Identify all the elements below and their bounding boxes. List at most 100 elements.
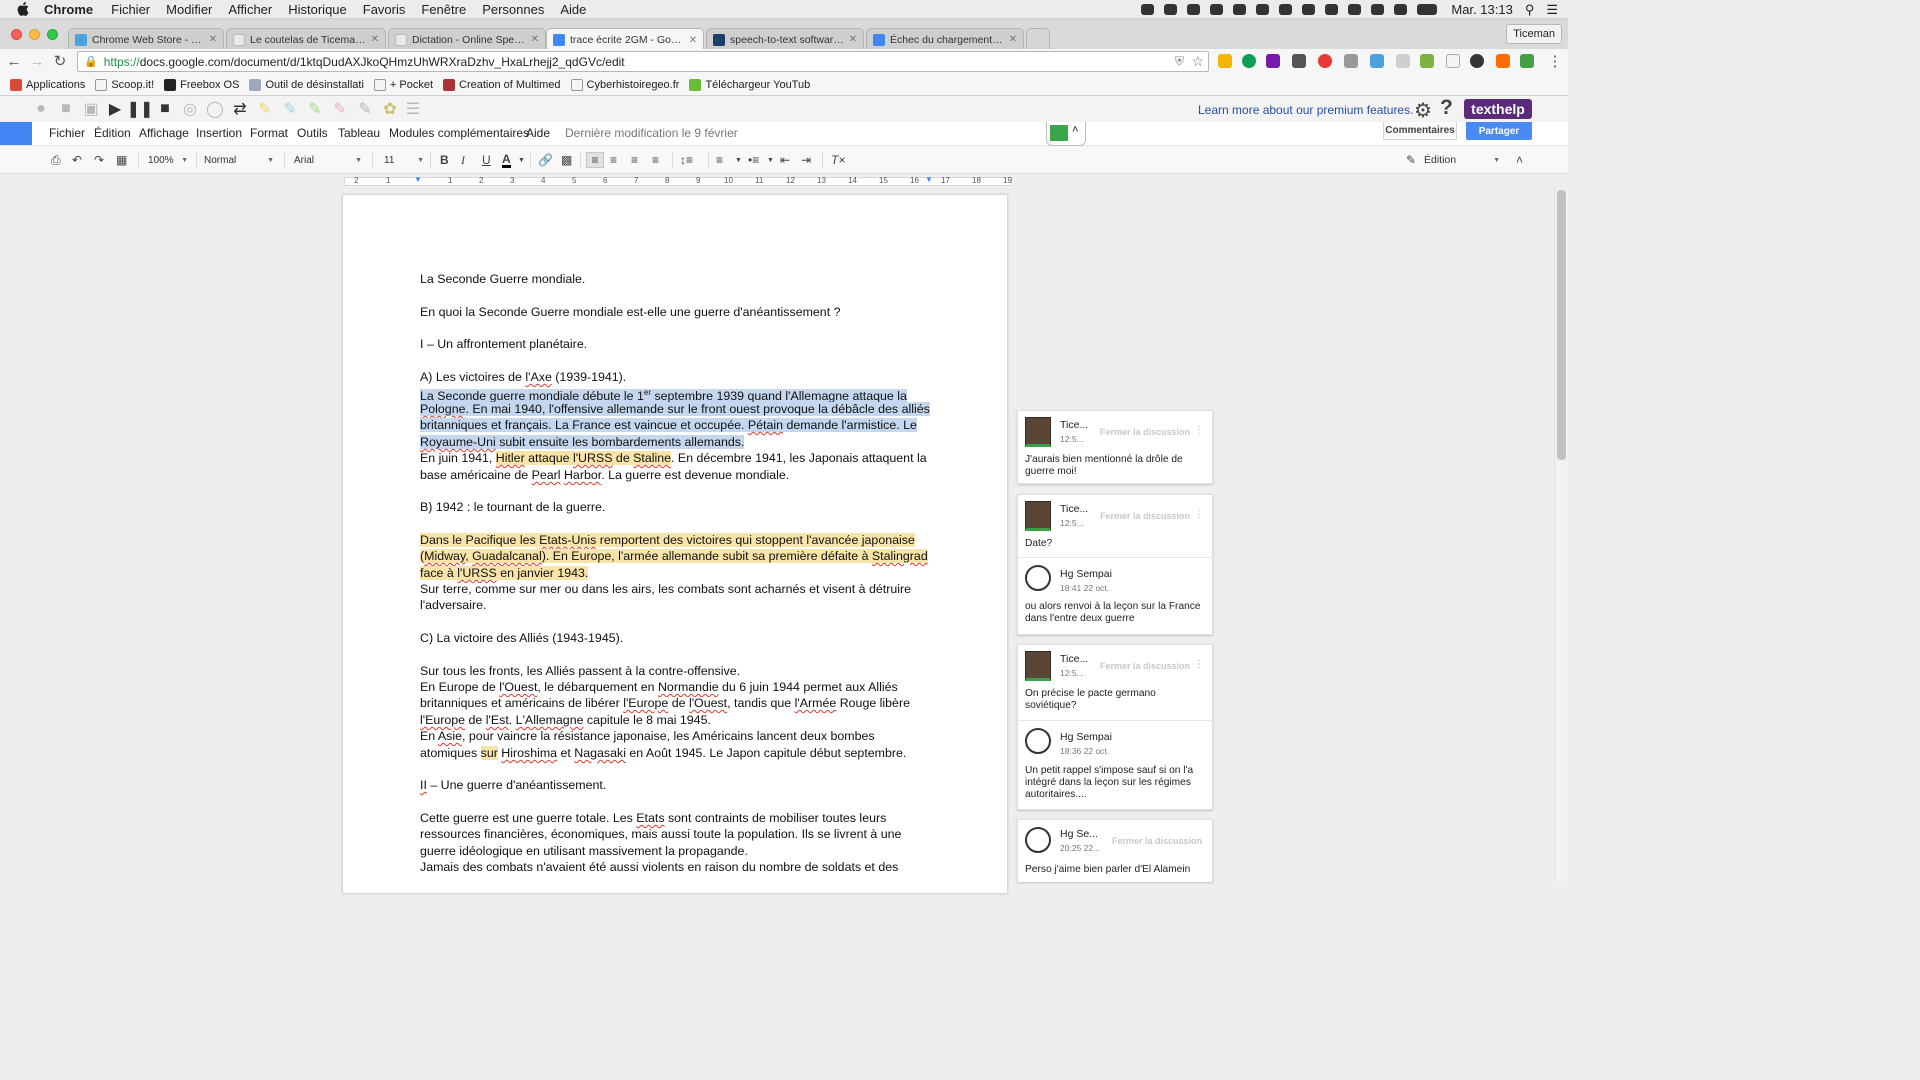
doc-line[interactable]: Cette guerre est une guerre totale. Les …: [420, 810, 886, 826]
bold-icon[interactable]: B: [440, 152, 449, 168]
notification-center-icon[interactable]: ☰: [1546, 2, 1558, 18]
doc-line[interactable]: Sur terre, comme sur mer ou dans les air…: [420, 581, 911, 597]
doc-line[interactable]: britanniques et français. La France est …: [420, 417, 917, 433]
zoom-select[interactable]: 100% ▼: [148, 152, 188, 168]
time-machine-icon[interactable]: [1325, 4, 1339, 15]
menu-aide[interactable]: Aide: [560, 2, 586, 17]
new-tab-button[interactable]: [1026, 28, 1050, 50]
speech-bubble-icon[interactable]: ●: [32, 100, 50, 118]
extension-icon[interactable]: [1520, 54, 1534, 68]
paragraph-style-select[interactable]: Normal ▼: [204, 152, 274, 168]
close-tab-icon[interactable]: ✕: [689, 35, 697, 46]
drive-icon[interactable]: [1233, 4, 1247, 15]
last-modified-link[interactable]: Dernière modification le 9 février: [565, 126, 738, 140]
extension-icon[interactable]: [1446, 54, 1460, 68]
print-icon[interactable]: ⎙: [51, 152, 61, 168]
extension-icon[interactable]: [1218, 54, 1232, 68]
decrease-indent-icon[interactable]: ⇤: [780, 152, 790, 168]
docs-home-icon[interactable]: [0, 122, 32, 145]
back-arrow-icon[interactable]: ←: [5, 52, 23, 70]
menu-historique[interactable]: Historique: [288, 2, 347, 17]
premium-features-link[interactable]: Learn more about our premium features.: [1198, 103, 1413, 117]
bookmark-item[interactable]: Scoop.it!: [95, 78, 154, 91]
extension-icon[interactable]: [1292, 54, 1306, 68]
doc-question[interactable]: En quoi la Seconde Guerre mondiale est-e…: [420, 304, 840, 320]
scrollbar[interactable]: [1554, 188, 1568, 882]
volume-icon[interactable]: [1394, 4, 1408, 15]
close-tab-icon[interactable]: ✕: [1009, 34, 1017, 45]
italic-icon[interactable]: I: [461, 152, 465, 168]
app-name[interactable]: Chrome: [44, 2, 93, 17]
extension-icon[interactable]: [1496, 54, 1510, 68]
docs-menu-fichier[interactable]: Fichier: [49, 126, 85, 140]
browser-tab[interactable]: Le coutelas de Ticeman | T ✕: [226, 28, 386, 50]
clock[interactable]: Mar. 13:13: [1451, 2, 1512, 17]
bookmark-item[interactable]: Creation of Multimed: [443, 78, 561, 91]
comment-thread[interactable]: Tice... 12:5... Fermer la discussion ⋮ O…: [1017, 644, 1214, 810]
close-tab-icon[interactable]: ✕: [849, 34, 857, 45]
doc-line[interactable]: atomiques sur Hiroshima et Nagasaki en A…: [420, 745, 906, 761]
menu-afficher[interactable]: Afficher: [228, 2, 272, 17]
creative-cloud-icon[interactable]: [1141, 4, 1155, 15]
close-tab-icon[interactable]: ✕: [371, 34, 379, 45]
doc-line[interactable]: l'adversaire.: [420, 597, 486, 613]
extension-icon[interactable]: [1396, 54, 1410, 68]
doc-title[interactable]: La Seconde Guerre mondiale.: [420, 271, 585, 287]
clear-formatting-icon[interactable]: T×: [831, 152, 845, 168]
dropdown-caret-icon[interactable]: ▼: [735, 152, 742, 168]
browser-tab[interactable]: Chrome Web Store - read a ✕: [68, 28, 224, 50]
more-options-icon[interactable]: ⋮: [1194, 425, 1204, 436]
doc-section-heading[interactable]: A) Les victoires de l'Axe (1939-1941).: [420, 369, 626, 385]
eject-icon[interactable]: [1302, 4, 1316, 15]
extension-icon[interactable]: [1470, 54, 1484, 68]
align-right-icon[interactable]: ≡: [631, 152, 638, 168]
airplay-icon[interactable]: [1279, 4, 1293, 15]
help-icon[interactable]: ?: [1440, 96, 1453, 120]
extension-icon[interactable]: [1420, 54, 1434, 68]
close-tab-icon[interactable]: ✕: [209, 34, 217, 45]
editing-mode-select[interactable]: Édition ▼: [1424, 152, 1500, 168]
share-button[interactable]: Partager: [1466, 122, 1532, 140]
undo-icon[interactable]: ↶: [72, 152, 82, 168]
docs-menu-edition[interactable]: Édition: [94, 126, 131, 140]
dropdown-caret-icon[interactable]: ▼: [518, 152, 525, 168]
extension-icon[interactable]: [1344, 54, 1358, 68]
spotlight-icon[interactable]: ⚲: [1525, 2, 1535, 18]
reload-icon[interactable]: ↻: [51, 52, 69, 70]
shuffle-icon[interactable]: ⇄: [231, 100, 249, 118]
bookmark-item[interactable]: + Pocket: [373, 78, 433, 91]
menu-personnes[interactable]: Personnes: [482, 2, 544, 17]
bookmark-item[interactable]: Cyberhistoiregeo.fr: [570, 78, 679, 91]
comment-thread[interactable]: Tice... 12:5... Fermer la discussion ⋮ J…: [1017, 410, 1213, 484]
dropbox-icon[interactable]: [1187, 4, 1201, 15]
extension-icon[interactable]: [1318, 54, 1332, 68]
dropdown-caret-icon[interactable]: ▼: [767, 152, 774, 168]
more-options-icon[interactable]: ⋮: [1194, 659, 1204, 670]
zoom-window-button[interactable]: [47, 29, 58, 40]
docs-menu-aide[interactable]: Aide: [526, 126, 550, 140]
evernote-icon[interactable]: [1256, 4, 1270, 15]
right-indent-marker[interactable]: ▼: [925, 175, 933, 184]
font-size-select[interactable]: 11 ▼: [384, 152, 424, 168]
texthelp-logo[interactable]: texthelp: [1464, 99, 1532, 119]
resolve-discussion-button[interactable]: Fermer la discussion: [1100, 661, 1190, 671]
highlighter-pink-icon[interactable]: ✎: [331, 100, 349, 118]
doc-part-heading[interactable]: II – Une guerre d'anéantissement.: [420, 777, 606, 793]
stop-icon[interactable]: ■: [156, 100, 174, 118]
comment-thread[interactable]: Tice... 12:5... Fermer la discussion ⋮ D…: [1017, 494, 1214, 635]
paint-format-icon[interactable]: ▦: [116, 152, 127, 168]
increase-indent-icon[interactable]: ⇥: [801, 152, 811, 168]
highlighter-blue-icon[interactable]: ✎: [281, 100, 299, 118]
docs-menu-affichage[interactable]: Affichage: [139, 126, 189, 140]
docs-menu-format[interactable]: Format: [250, 126, 288, 140]
highlighter-green-icon[interactable]: ✎: [306, 100, 324, 118]
shield-icon[interactable]: ⛨: [1175, 54, 1184, 69]
link-icon[interactable]: 🔗: [538, 152, 553, 168]
battery-icon[interactable]: [1417, 4, 1438, 15]
forward-arrow-icon[interactable]: →: [28, 52, 46, 70]
doc-line[interactable]: En Europe de l'Ouest, le débarquement en…: [420, 679, 898, 695]
doc-line[interactable]: Sur tous les fronts, les Alliés passent …: [420, 663, 740, 679]
doc-line[interactable]: britanniques et américains de libérer l'…: [420, 695, 910, 711]
resolve-discussion-button[interactable]: Fermer la discussion: [1100, 511, 1190, 521]
align-justify-icon[interactable]: ≡: [652, 152, 659, 168]
